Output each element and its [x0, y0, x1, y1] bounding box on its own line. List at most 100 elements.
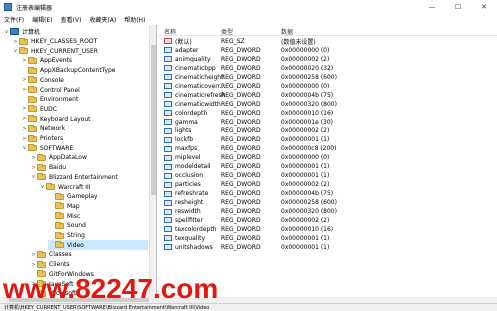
tree-item[interactable]: v SOFTWARE — [21, 143, 73, 153]
column-header-type[interactable]: 类型 — [221, 27, 233, 36]
value-row[interactable]: miplevel REG_DWORD 0x00000000 (0) — [158, 153, 497, 162]
value-row[interactable]: cinematicoverr... REG_DWORD 0x00000000 (0) — [158, 82, 497, 91]
collapsed-chevron-icon[interactable]: > — [21, 124, 28, 133]
value-row[interactable]: particles REG_DWORD 0x00000002 (2) — [158, 180, 497, 189]
value-row[interactable]: cinematicwidth REG_DWORD 0x00000320 (800) — [158, 100, 497, 109]
tree-item[interactable]: > HKEY_CLASSES_ROOT — [12, 37, 97, 47]
tree-item[interactable]: > Classes — [30, 250, 72, 260]
value-row[interactable]: spellfilter REG_DWORD 0x00000002 (2) — [158, 216, 497, 225]
close-button[interactable]: ✕ — [471, 0, 497, 14]
value-list[interactable]: 名称 类型 数据 (默认) REG_SZ (数值未设置) adapter REG_DWO… — [158, 25, 497, 297]
folder-icon — [28, 105, 37, 113]
value-row[interactable]: refreshrate REG_DWORD 0x0000004b (75) — [158, 189, 497, 198]
tree-item[interactable]: Map — [48, 202, 80, 212]
key-tree[interactable]: v 计算机 > HKEY_CLASSES_ROOT v HKEY_CURRENT_USER… — [0, 25, 157, 297]
collapsed-chevron-icon[interactable]: > — [30, 153, 37, 162]
value-row[interactable]: adapter REG_DWORD 0x00000000 (0) — [158, 46, 497, 55]
binary-value-icon — [164, 74, 172, 81]
collapsed-chevron-icon[interactable]: > — [21, 105, 28, 114]
value-row[interactable]: gamma REG_DWORD 0x0000001e (30) — [158, 118, 497, 127]
value-row[interactable]: resheight REG_DWORD 0x00000258 (600) — [158, 198, 497, 207]
menu-edit[interactable]: 编辑(E) — [28, 15, 56, 24]
tree-item[interactable]: String — [48, 231, 85, 241]
tree-item[interactable]: Sound — [48, 221, 86, 231]
tree-item[interactable]: v Warcraft III — [39, 182, 91, 192]
collapsed-chevron-icon[interactable]: > — [21, 76, 28, 85]
folder-icon — [37, 163, 46, 171]
expanded-chevron-icon[interactable]: v — [3, 27, 10, 36]
expanded-chevron-icon[interactable]: v — [12, 47, 19, 56]
expanded-chevron-icon[interactable]: v — [21, 144, 28, 153]
collapsed-chevron-icon[interactable]: > — [30, 163, 37, 172]
collapsed-chevron-icon[interactable]: > — [21, 134, 28, 143]
collapsed-chevron-icon[interactable]: > — [12, 37, 19, 46]
tree-item[interactable]: v HKEY_CURRENT_USER — [12, 46, 98, 56]
value-row[interactable]: cinematicbpp REG_DWORD 0x00000020 (32) — [158, 64, 497, 73]
value-row[interactable]: modeldetail REG_DWORD 0x00000001 (1) — [158, 162, 497, 171]
folder-icon — [19, 37, 28, 45]
binary-value-icon — [164, 226, 172, 233]
column-header-name[interactable]: 名称 — [164, 27, 176, 36]
expanded-chevron-icon[interactable]: v — [39, 183, 46, 192]
tree-vertical-scrollbar[interactable] — [149, 25, 156, 297]
string-value-icon — [164, 38, 172, 45]
value-row[interactable]: unitshadows REG_DWORD 0x00000001 (1) — [158, 243, 497, 252]
value-row[interactable]: occlusion REG_DWORD 0x00000001 (1) — [158, 171, 497, 180]
tree-item[interactable]: v Blizzard Entertainment — [30, 173, 118, 183]
value-row[interactable]: lights REG_DWORD 0x00000002 (2) — [158, 127, 497, 136]
tree-item[interactable]: > Keyboard Layout — [21, 114, 91, 124]
menu-help[interactable]: 帮助(H) — [120, 15, 149, 24]
value-row[interactable]: colordepth REG_DWORD 0x00000010 (16) — [158, 109, 497, 118]
value-row[interactable]: texcolordepth REG_DWORD 0x00000010 (16) — [158, 225, 497, 234]
tree-item[interactable]: > Network — [21, 124, 65, 134]
menu-view[interactable]: 查看(V) — [57, 15, 86, 24]
binary-value-icon — [164, 181, 172, 188]
value-row[interactable]: reswidth REG_DWORD 0x00000320 (800) — [158, 207, 497, 216]
binary-value-icon — [164, 208, 172, 215]
value-type: REG_DWORD — [221, 243, 261, 251]
menu-favorites[interactable]: 收藏夹(A) — [85, 15, 120, 24]
tree-item[interactable]: Environment — [21, 95, 78, 105]
value-data: 0x00000001 (1) — [281, 172, 330, 180]
scrollbar-thumb[interactable] — [151, 45, 156, 195]
tree-item[interactable]: > Baidu — [30, 163, 66, 173]
value-row[interactable]: cinematicrefresh REG_DWORD 0x0000004b (75) — [158, 91, 497, 100]
tree-item[interactable]: > Printers — [21, 134, 63, 144]
blank-spacer — [48, 202, 55, 211]
expanded-chevron-icon[interactable]: v — [30, 173, 37, 182]
tree-item[interactable]: > Clients — [30, 260, 70, 270]
collapsed-chevron-icon[interactable]: > — [21, 86, 28, 95]
value-name: particles — [175, 181, 201, 189]
collapsed-chevron-icon[interactable]: > — [21, 115, 28, 124]
column-header-data[interactable]: 数据 — [281, 27, 293, 36]
value-row[interactable]: maxfps REG_DWORD 0x000000c8 (200) — [158, 144, 497, 153]
tree-item[interactable]: Misc — [48, 211, 80, 221]
value-row[interactable]: (默认) REG_SZ (数值未设置) — [158, 37, 497, 46]
tree-item[interactable]: AppXBackupContentType — [21, 66, 115, 76]
tree-item[interactable]: v 计算机 — [3, 27, 40, 37]
tree-item[interactable]: Gameplay — [48, 192, 98, 202]
minimize-button[interactable]: — — [419, 0, 445, 14]
collapsed-chevron-icon[interactable]: > — [30, 250, 37, 259]
value-data: 0x0000001e (30) — [281, 118, 334, 126]
collapsed-chevron-icon[interactable]: > — [30, 260, 37, 269]
value-name: refreshrate — [175, 190, 209, 198]
value-row[interactable]: cinematicheight REG_DWORD 0x00000258 (600) — [158, 73, 497, 82]
tree-item[interactable]: > EUDC — [21, 105, 57, 115]
value-name: spellfilter — [175, 216, 203, 224]
value-row[interactable]: texquality REG_DWORD 0x00000001 (1) — [158, 234, 497, 243]
tree-item[interactable]: > AppDataLow — [30, 153, 87, 163]
tree-item[interactable]: > AppEvents — [21, 56, 72, 66]
blank-spacer — [48, 241, 55, 250]
tree-item[interactable]: > Console — [21, 76, 64, 86]
tree-item[interactable]: Video — [48, 240, 148, 251]
menu-file[interactable]: 文件(F) — [0, 15, 28, 24]
value-row[interactable]: animquality REG_DWORD 0x00000002 (2) — [158, 55, 497, 64]
value-data: 0x00000000 (0) — [281, 82, 330, 90]
tree-item[interactable]: > Control Panel — [21, 85, 80, 95]
maximize-button[interactable]: ☐ — [445, 0, 471, 14]
value-row[interactable]: lockfb REG_DWORD 0x00000001 (1) — [158, 135, 497, 144]
collapsed-chevron-icon[interactable]: > — [21, 56, 28, 65]
tree-item-label: Printers — [40, 135, 64, 143]
value-type: REG_DWORD — [221, 234, 261, 242]
